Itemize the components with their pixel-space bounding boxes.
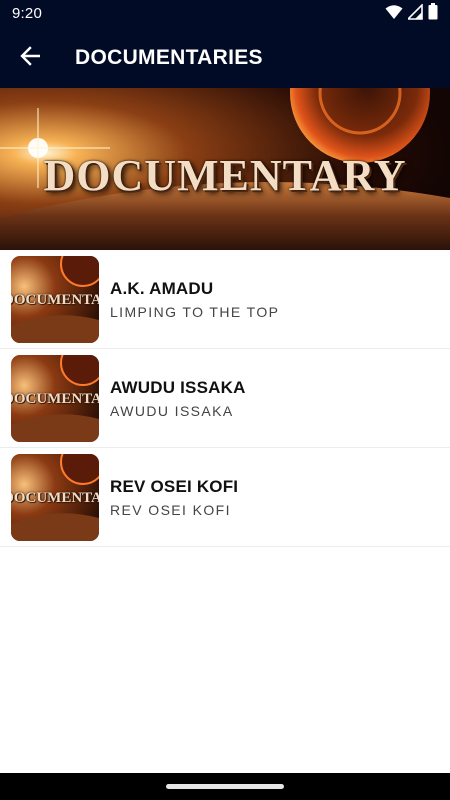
home-indicator[interactable] — [166, 784, 284, 789]
signal-icon — [406, 2, 423, 25]
list-item[interactable]: DOCUMENTARY A.K. AMADU LIMPING TO THE TO… — [0, 250, 450, 349]
list-item[interactable]: DOCUMENTARY AWUDU ISSAKA AWUDU ISSAKA — [0, 349, 450, 448]
status-bar: 9:20 — [0, 0, 450, 28]
thumbnail-text: DOCUMENTARY — [11, 391, 99, 407]
item-title: A.K. AMADU — [110, 279, 214, 298]
thumbnail-text: DOCUMENTARY — [11, 490, 99, 506]
item-title: REV OSEI KOFI — [110, 477, 239, 496]
status-time: 9:20 — [12, 5, 42, 22]
arrow-left-icon — [20, 45, 41, 71]
thumbnail: DOCUMENTARY — [11, 355, 99, 442]
thumbnail-text: DOCUMENTARY — [11, 292, 99, 308]
list-item[interactable]: DOCUMENTARY REV OSEI KOFI REV OSEI KOFI — [0, 448, 450, 547]
thumbnail: DOCUMENTARY — [11, 256, 99, 343]
item-title: AWUDU ISSAKA — [110, 378, 246, 397]
documentary-list: DOCUMENTARY A.K. AMADU LIMPING TO THE TO… — [0, 250, 450, 547]
item-subtitle: AWUDU ISSAKA — [110, 403, 234, 419]
app-bar: DOCUMENTARIES — [0, 28, 450, 88]
page-title: DOCUMENTARIES — [75, 46, 263, 69]
thumbnail: DOCUMENTARY — [11, 454, 99, 541]
battery-icon — [428, 3, 438, 25]
item-subtitle: LIMPING TO THE TOP — [110, 304, 280, 320]
status-icons — [385, 2, 438, 25]
wifi-icon — [385, 4, 403, 25]
navigation-bar — [0, 773, 450, 800]
item-subtitle: REV OSEI KOFI — [110, 502, 231, 518]
documentary-banner: DOCUMENTARY — [0, 88, 450, 250]
back-button[interactable] — [12, 40, 48, 76]
banner-title: DOCUMENTARY — [43, 151, 407, 200]
